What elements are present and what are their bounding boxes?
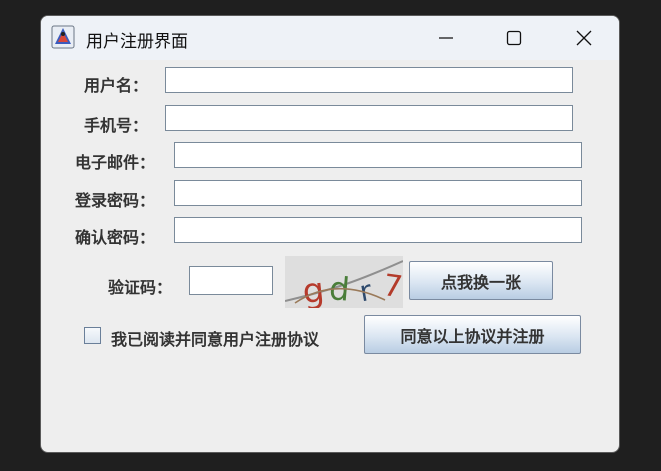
agree-label[interactable]: 我已阅读并同意用户注册协议 [111, 326, 319, 350]
svg-text:g: g [301, 270, 327, 308]
username-label: 用户名： [84, 76, 149, 95]
title-bar[interactable]: 用户注册界面 [41, 16, 619, 60]
email-input[interactable] [174, 142, 582, 168]
confirm-password-input[interactable] [174, 217, 582, 243]
captcha-image: g d r 7 [285, 256, 403, 308]
refresh-captcha-button[interactable]: 点我换一张 [409, 261, 553, 300]
phone-input[interactable] [165, 105, 573, 131]
minimize-icon [439, 37, 453, 39]
java-app-icon [51, 25, 75, 49]
agree-register-button[interactable]: 同意以上协议并注册 [364, 315, 581, 354]
maximize-icon [506, 30, 522, 46]
window-title: 用户注册界面 [86, 32, 188, 52]
captcha-label: 验证码： [108, 278, 173, 297]
maximize-button[interactable] [479, 16, 549, 60]
password-input[interactable] [174, 180, 582, 206]
captcha-input[interactable] [189, 266, 273, 295]
agree-checkbox[interactable] [84, 327, 101, 344]
close-icon [576, 30, 592, 46]
email-label: 电子邮件： [75, 153, 156, 172]
username-input[interactable] [165, 67, 573, 93]
confirm-password-label: 确认密码： [75, 228, 156, 247]
close-button[interactable] [549, 16, 619, 60]
phone-label: 手机号： [84, 116, 149, 135]
password-label: 登录密码： [75, 191, 156, 210]
minimize-button[interactable] [411, 16, 481, 60]
register-window: 用户注册界面 用户名： 手机号： 电子邮件： 登录密码： 确认密码： 验证码： … [40, 15, 620, 453]
